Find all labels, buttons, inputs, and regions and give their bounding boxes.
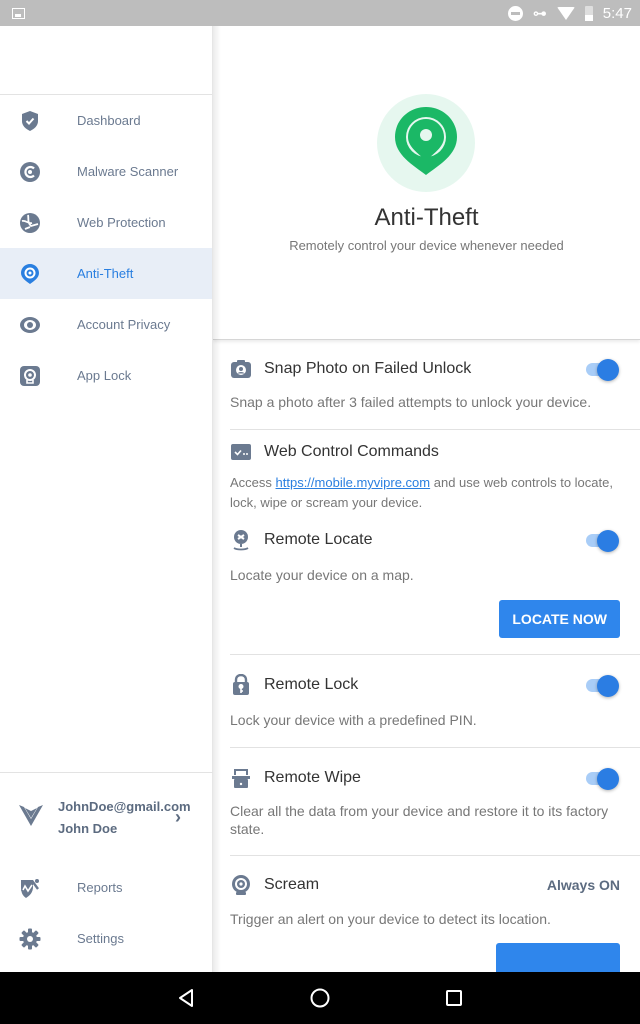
sidebar-item-label: Dashboard bbox=[77, 113, 141, 128]
page-title: Anti-Theft bbox=[374, 204, 479, 231]
feature-description: Lock your device with a predefined PIN. bbox=[230, 712, 477, 728]
back-icon bbox=[179, 989, 193, 1007]
feature-title: Snap Photo on Failed Unlock bbox=[264, 360, 472, 377]
main-content: Anti-Theft Remotely control your device … bbox=[213, 26, 640, 972]
feature-description: Locate your device on a map. bbox=[230, 567, 414, 583]
battery-icon bbox=[584, 5, 593, 21]
feature-description: Clear all the data from your device and … bbox=[230, 803, 609, 837]
feature-title: Scream bbox=[264, 876, 320, 893]
system-nav-bar bbox=[0, 972, 640, 1024]
hero: Anti-Theft Remotely control your device … bbox=[213, 26, 640, 340]
home-icon bbox=[310, 988, 330, 1008]
clock: 5:47 bbox=[602, 4, 632, 22]
camera-icon bbox=[230, 358, 252, 380]
sidebar-item-label: Anti-Theft bbox=[77, 266, 134, 281]
account-email: JohnDoe@gmail.com bbox=[58, 799, 191, 814]
status-bar: ⊶ 5:47 bbox=[0, 0, 640, 26]
eye-icon bbox=[19, 314, 41, 336]
sidebar-item-label: Malware Scanner bbox=[77, 164, 179, 179]
desc-text: Access bbox=[230, 475, 276, 490]
sidebar-item-web-protection[interactable]: Web Protection bbox=[0, 197, 212, 248]
remote-wipe-toggle[interactable] bbox=[586, 768, 620, 790]
sidebar-item-account-privacy[interactable]: Account Privacy bbox=[0, 299, 212, 350]
feature-remote-lock: Remote Lock Lock your device with a pred… bbox=[230, 655, 640, 748]
shield-check-icon bbox=[19, 110, 41, 132]
recents-button[interactable] bbox=[442, 986, 466, 1010]
sidebar-item-label: App Lock bbox=[77, 368, 132, 383]
feature-scream: Scream Always ON Trigger an alert on you… bbox=[230, 856, 640, 972]
sidebar-item-label: Settings bbox=[77, 931, 124, 946]
hero-icon-circle bbox=[377, 94, 475, 192]
home-button[interactable] bbox=[308, 986, 332, 1010]
location-pin-icon bbox=[393, 105, 459, 182]
feature-title: Remote Locate bbox=[264, 531, 373, 548]
feature-remote-wipe: Remote Wipe Clear all the data from your… bbox=[230, 748, 640, 856]
gear-icon bbox=[19, 928, 41, 950]
sidebar-item-settings[interactable]: Settings bbox=[0, 913, 213, 964]
sidebar-item-reports[interactable]: Reports bbox=[0, 862, 213, 913]
vpn-key-icon: ⊶ bbox=[532, 4, 547, 21]
sidebar: Dashboard Malware Scanner Web Protection… bbox=[0, 26, 213, 972]
sidebar-item-dashboard[interactable]: Dashboard bbox=[0, 95, 212, 146]
wipe-icon bbox=[230, 767, 252, 789]
feature-snap-photo: Snap Photo on Failed Unlock Snap a photo… bbox=[230, 340, 640, 430]
feature-web-control: Web Control Commands Access https://mobi… bbox=[230, 430, 640, 655]
web-console-link[interactable]: https://mobile.myvipre.com bbox=[276, 475, 431, 490]
sidebar-item-anti-theft[interactable]: Anti-Theft bbox=[0, 248, 212, 299]
snap-photo-toggle[interactable] bbox=[586, 359, 620, 381]
lock-icon bbox=[230, 674, 252, 696]
test-sound-button[interactable] bbox=[496, 943, 620, 972]
sidebar-item-label: Reports bbox=[77, 880, 123, 895]
sidebar-item-malware-scanner[interactable]: Malware Scanner bbox=[0, 146, 212, 197]
page-subtitle: Remotely control your device whenever ne… bbox=[289, 238, 564, 253]
vipre-logo-icon bbox=[18, 803, 44, 832]
feature-title: Remote Lock bbox=[264, 676, 359, 693]
recents-icon bbox=[446, 990, 462, 1006]
account-switcher[interactable]: JohnDoe@gmail.com John Doe › bbox=[0, 772, 213, 862]
feature-description: Snap a photo after 3 failed attempts to … bbox=[230, 394, 592, 410]
image-icon bbox=[12, 7, 25, 19]
scream-status: Always ON bbox=[546, 877, 620, 893]
do-not-disturb-icon bbox=[507, 5, 523, 21]
feature-description: Access https://mobile.myvipre.com and us… bbox=[230, 473, 620, 513]
locate-now-button[interactable]: LOCATE NOW bbox=[499, 600, 620, 638]
sidebar-item-label: Web Protection bbox=[77, 215, 166, 230]
wifi-icon bbox=[556, 6, 575, 20]
feature-description: Trigger an alert on your device to detec… bbox=[230, 911, 551, 927]
web-console-icon bbox=[230, 441, 252, 463]
sidebar-item-app-lock[interactable]: App Lock bbox=[0, 350, 212, 401]
back-button[interactable] bbox=[174, 986, 198, 1010]
chevron-right-icon: › bbox=[175, 807, 181, 827]
location-pin-icon bbox=[19, 263, 41, 285]
reports-icon bbox=[19, 877, 41, 899]
globe-icon bbox=[19, 212, 41, 234]
remote-locate-toggle[interactable] bbox=[586, 530, 620, 552]
feature-title: Web Control Commands bbox=[264, 443, 439, 460]
remote-lock-toggle[interactable] bbox=[586, 675, 620, 697]
sidebar-item-label: Account Privacy bbox=[77, 317, 171, 332]
scanner-icon bbox=[19, 161, 41, 183]
locate-icon bbox=[230, 529, 252, 551]
feature-title: Remote Wipe bbox=[264, 769, 361, 786]
account-name: John Doe bbox=[58, 821, 118, 836]
app-lock-icon bbox=[19, 365, 41, 387]
alarm-icon bbox=[230, 874, 252, 896]
sidebar-header bbox=[0, 26, 212, 95]
